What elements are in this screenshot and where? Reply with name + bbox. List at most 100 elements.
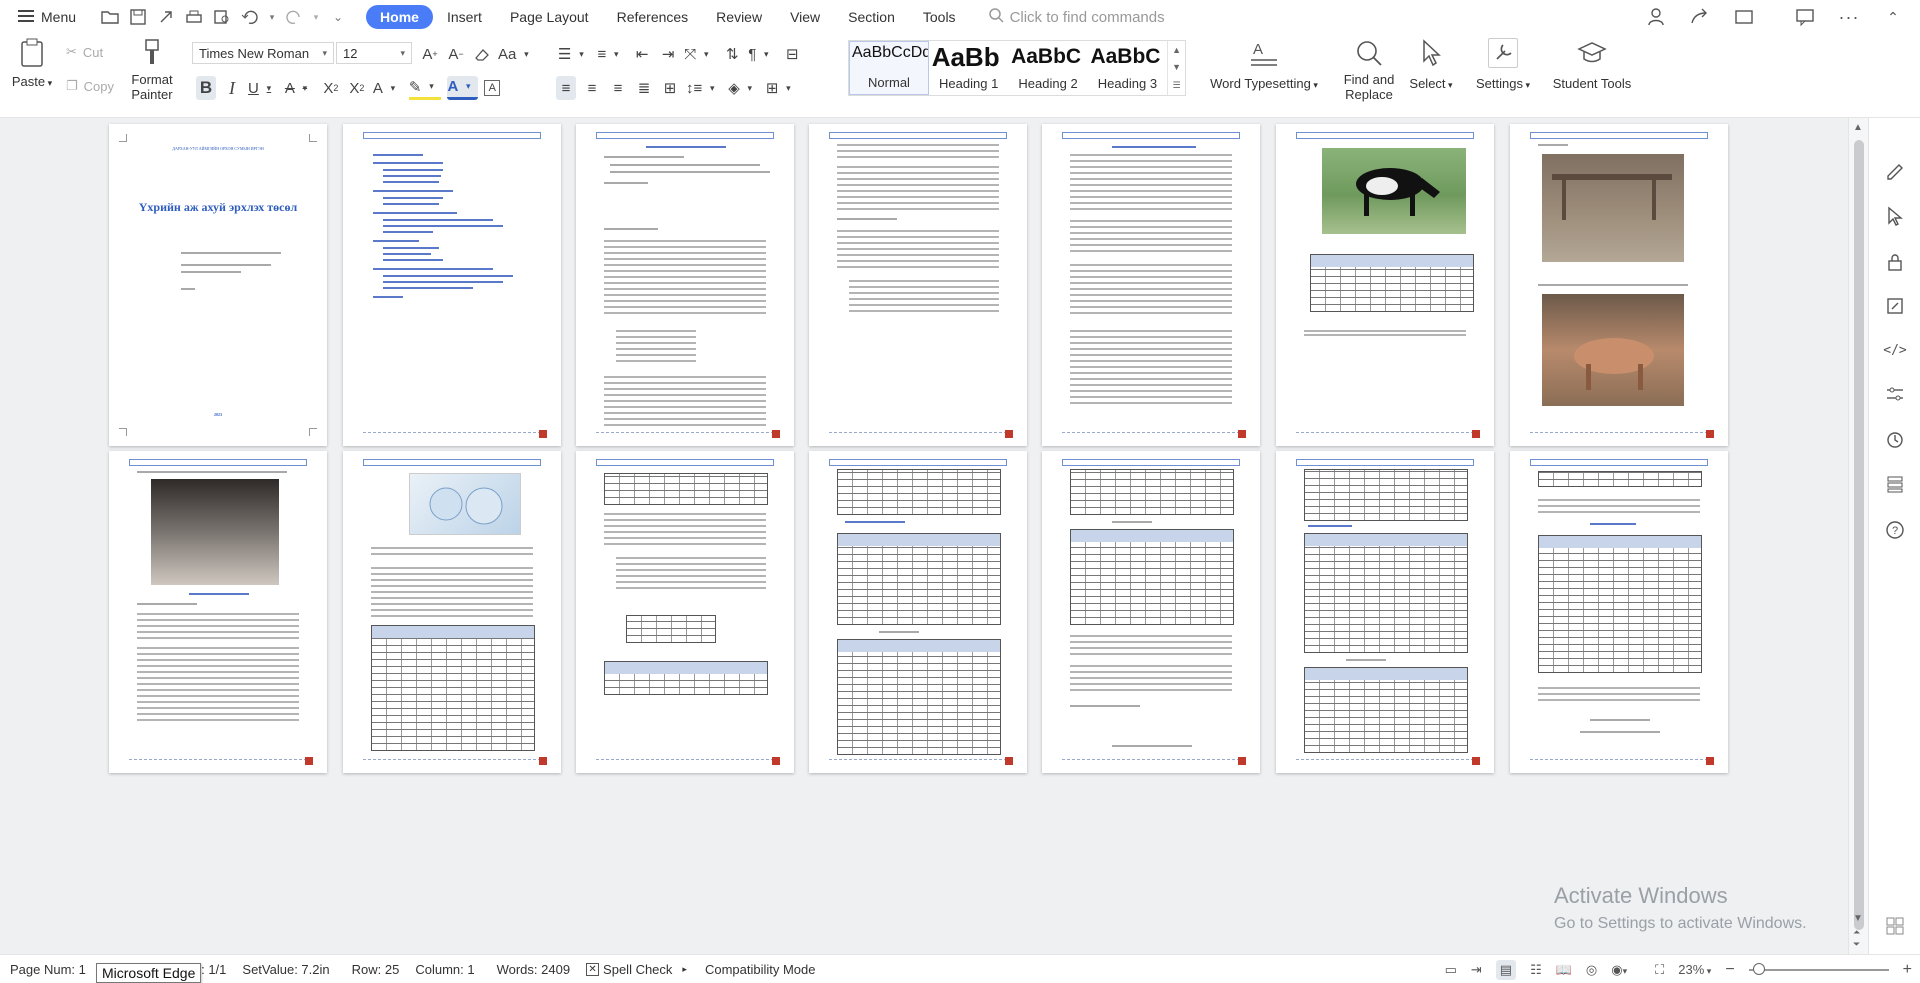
page-num[interactable]: Page Num: 1 <box>0 962 94 977</box>
code-icon[interactable]: </> <box>1883 338 1907 362</box>
web-view-icon[interactable]: ◎ <box>1586 962 1597 978</box>
select-pointer-icon[interactable] <box>1883 204 1907 228</box>
align-left-icon[interactable]: ≡ <box>556 76 576 100</box>
prev-page-icon[interactable]: ⏶ <box>1853 927 1860 938</box>
tab-page-layout[interactable]: Page Layout <box>496 5 603 29</box>
line-spacing-icon[interactable]: ↕≡ ▾ <box>686 76 722 100</box>
undo-dropdown-icon[interactable]: ▾ <box>268 7 276 27</box>
char-border-icon[interactable]: A <box>484 80 501 96</box>
page-view-icon[interactable]: ▤ <box>1495 959 1517 980</box>
page-9[interactable] <box>343 451 561 773</box>
more-icon[interactable]: ··· <box>1838 6 1860 28</box>
find-replace-button[interactable]: Find and Replace <box>1336 38 1402 102</box>
page-14[interactable] <box>1510 451 1728 773</box>
zoom-slider[interactable] <box>1748 962 1889 975</box>
eye-protection-icon[interactable]: ◉▾ <box>1611 962 1627 978</box>
style-heading-1[interactable]: AaBb Heading 1 <box>929 41 1008 95</box>
pen-icon[interactable] <box>1883 160 1907 184</box>
clear-format-icon[interactable] <box>472 42 492 66</box>
history-icon[interactable] <box>1883 428 1907 452</box>
styles-scroll[interactable]: ▲ ▼ ☰ <box>1167 41 1185 95</box>
change-case-icon[interactable]: Aa ▾ <box>498 42 536 66</box>
tab-insert[interactable]: Insert <box>433 5 496 29</box>
bullet-list-icon[interactable]: ☰ ▾ <box>558 42 591 66</box>
style-heading-3[interactable]: AaBbC Heading 3 <box>1088 41 1167 95</box>
tab-tools[interactable]: Tools <box>909 5 970 29</box>
select-button[interactable]: Select ▾ <box>1408 38 1454 91</box>
page-6[interactable] <box>1276 124 1494 446</box>
scroll-down-icon[interactable]: ▼ <box>1853 913 1863 924</box>
tab-view[interactable]: View <box>776 5 834 29</box>
tab-home[interactable]: Home <box>366 5 433 29</box>
align-right-icon[interactable]: ≡ <box>608 76 628 100</box>
share-icon[interactable] <box>1690 6 1712 28</box>
main-menu-button[interactable]: Menu <box>0 0 86 34</box>
page-2[interactable] <box>343 124 561 446</box>
page-3[interactable] <box>576 124 794 446</box>
doc-map-icon[interactable]: ▭ <box>1445 962 1457 978</box>
spell-check-button[interactable]: ✕ Spell Check ▸ <box>578 962 695 977</box>
navigation-pane-icon[interactable] <box>1883 472 1907 496</box>
focus-icon[interactable]: ⇥ <box>1471 962 1482 978</box>
text-direction-icon[interactable]: ⤧ ▾ <box>684 42 716 66</box>
redo-dropdown-icon[interactable]: ▾ <box>312 7 320 27</box>
page-12[interactable] <box>1042 451 1260 773</box>
style-normal[interactable]: AaBbCcDd Normal <box>849 41 929 95</box>
page-4[interactable] <box>809 124 1027 446</box>
open-icon[interactable] <box>100 7 120 27</box>
scroll-thumb[interactable] <box>1854 140 1864 930</box>
expand-styles-icon[interactable]: ☰ <box>1173 80 1181 91</box>
style-heading-2[interactable]: AaBbC Heading 2 <box>1008 41 1087 95</box>
font-effects-icon[interactable]: A ▾ <box>373 76 403 100</box>
save-icon[interactable] <box>128 7 148 27</box>
vertical-scrollbar[interactable]: ▲ ▼ ⏶ ⏷ <box>1848 118 1868 954</box>
strikethrough-icon[interactable]: A ▾ <box>285 76 315 100</box>
collapse-ribbon-icon[interactable]: ⌃ <box>1882 6 1904 28</box>
decrease-indent-icon[interactable]: ⇤ <box>632 42 652 66</box>
superscript-icon[interactable]: X2 <box>321 76 341 100</box>
redo-icon[interactable] <box>284 7 304 27</box>
print-preview-icon[interactable] <box>212 7 232 27</box>
customize-toolbar-icon[interactable]: ⌄ <box>328 7 348 27</box>
format-painter-button[interactable]: Format Painter <box>124 38 180 102</box>
undo-icon[interactable] <box>240 7 260 27</box>
paste-button[interactable]: Paste ▾ <box>12 38 52 89</box>
zoom-level[interactable]: 23% ▾ <box>1678 962 1711 977</box>
page-13[interactable] <box>1276 451 1494 773</box>
cut-button[interactable]: ✂ Cut <box>66 44 103 60</box>
scroll-up-icon[interactable]: ▲ <box>1853 122 1863 133</box>
justify-icon[interactable]: ≣ <box>634 76 654 100</box>
settings-button[interactable]: Settings ▾ <box>1470 38 1536 91</box>
lock-icon[interactable] <box>1883 250 1907 274</box>
export-icon[interactable] <box>156 7 176 27</box>
word-count[interactable]: Words: 2409 <box>483 962 578 977</box>
increase-indent-icon[interactable]: ⇥ <box>658 42 678 66</box>
grid-view-icon[interactable] <box>1883 914 1907 938</box>
help-icon[interactable]: ? <box>1883 518 1907 542</box>
grow-font-icon[interactable]: A + <box>420 42 440 66</box>
shading-icon[interactable]: ◈ ▾ <box>728 76 760 100</box>
command-search[interactable]: Click to find commands <box>988 7 1165 27</box>
shrink-font-icon[interactable]: A − <box>446 42 466 66</box>
tab-review[interactable]: Review <box>702 5 776 29</box>
paragraph-mark-icon[interactable]: ¶ ▾ <box>748 42 776 66</box>
borders-icon[interactable]: ⊞ ▾ <box>766 76 799 100</box>
fit-page-icon[interactable]: ⛶ <box>1655 962 1664 978</box>
page-8[interactable] <box>109 451 327 773</box>
chevron-up-icon[interactable]: ▲ <box>1172 45 1181 55</box>
tab-references[interactable]: References <box>603 5 703 29</box>
reading-view-icon[interactable]: 📖 <box>1556 962 1572 978</box>
comment-icon[interactable] <box>1794 6 1816 28</box>
distributed-icon[interactable]: ⊞ <box>660 76 680 100</box>
next-page-icon[interactable]: ⏷ <box>1853 939 1860 950</box>
underline-icon[interactable]: U ▾ <box>248 76 279 100</box>
font-name-select[interactable]: Times New Roman ▾ <box>192 42 334 64</box>
page-1[interactable]: ДАРХАН-УУЛ АЙМГИЙН ОРХОН СУМЫН ИРГЭН Үхр… <box>109 124 327 446</box>
outline-view-icon[interactable]: ☷ <box>1530 962 1542 978</box>
font-size-select[interactable]: 12 ▾ <box>336 42 412 64</box>
zoom-in-icon[interactable]: + <box>1903 961 1912 979</box>
italic-icon[interactable]: I <box>222 76 242 100</box>
student-tools-button[interactable]: Student Tools <box>1550 38 1634 91</box>
zoom-slider-knob[interactable] <box>1752 962 1765 975</box>
tab-stop-icon[interactable]: ⊟ <box>782 42 802 66</box>
